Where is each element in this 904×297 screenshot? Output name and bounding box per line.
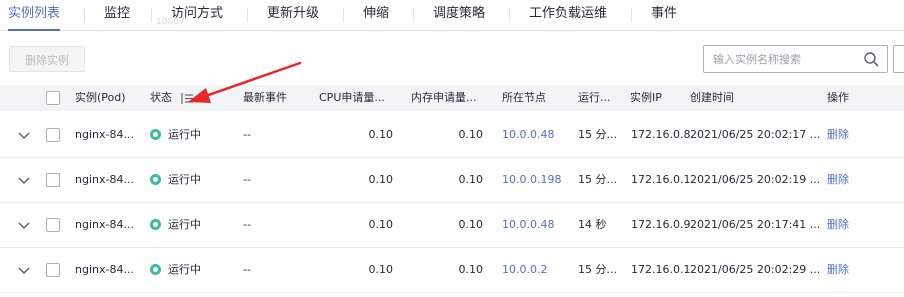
column-header-runtime: 运行... [578,91,611,104]
node-link[interactable]: 10.0.0.198 [502,158,561,202]
latest-event: -- [243,263,251,276]
column-header-actions: 操作 [827,91,849,104]
delete-link[interactable]: 删除 [827,113,849,157]
tab-monitoring[interactable]: 监控 [104,0,130,30]
refresh-button[interactable] [893,45,904,73]
row-checkbox[interactable] [46,173,60,187]
tab-events[interactable]: 事件 [651,0,677,30]
instance-ip: 172.16.0.1 [631,263,691,276]
memory-request: 0.10 [458,218,484,231]
table-row: nginx-84... 运行中 -- 0.10 0.10 10.0.0.48 1… [0,113,904,158]
filter-sort-icon[interactable] [180,92,194,105]
search-input[interactable] [704,46,863,72]
delete-link[interactable]: 删除 [827,248,849,292]
pod-name: nginx-84... [75,263,134,276]
tab-workload-ops[interactable]: 工作负载运维 [529,0,607,30]
column-header-latest-event: 最新事件 [243,91,287,104]
tab-scheduling-policy[interactable]: 调度策略 [433,0,485,30]
pod-name: nginx-84... [75,128,134,141]
created-time: 2021/06/25 20:17:41 ... [690,218,821,231]
watermark-text: 10007 [156,17,185,27]
node-link[interactable]: 10.0.0.48 [502,113,554,157]
column-header-status: 状态 [150,91,172,104]
memory-request: 0.10 [458,128,484,141]
created-time: 2021/06/25 20:02:29 ... [690,263,821,276]
tab-instance-list[interactable]: 实例列表 [8,0,61,31]
latest-event: -- [243,173,251,186]
search-icon[interactable] [863,51,879,67]
running-status-icon [150,219,161,230]
tab-divider [343,8,344,22]
instance-ip: 172.16.0.1 [631,173,691,186]
created-time: 2021/06/25 20:02:19 ... [690,173,821,186]
delete-link[interactable]: 删除 [827,203,849,247]
tab-divider [413,8,414,22]
status-text: 运行中 [168,263,201,276]
tab-divider [509,8,510,22]
tab-bar: 实例列表 监控 访问方式 更新升级 伸缩 调度策略 工作负载运维 事件 [0,0,904,31]
status-text: 运行中 [168,173,201,186]
column-header-cpu-request: CPU申请量... [319,91,385,104]
cpu-request: 0.10 [368,218,394,231]
delete-instance-button[interactable]: 删除实例 [9,46,85,72]
cpu-request: 0.10 [368,128,394,141]
column-header-pod: 实例(Pod) [75,91,126,104]
row-checkbox[interactable] [46,263,60,277]
cpu-request: 0.10 [368,173,394,186]
table-row: nginx-84... 运行中 -- 0.10 0.10 10.0.0.2 15… [0,248,904,293]
created-time: 2021/06/25 20:02:17 ... [690,128,821,141]
status-text: 运行中 [168,128,201,141]
latest-event: -- [243,128,251,141]
column-header-node: 所在节点 [502,91,546,104]
tab-divider [151,8,152,22]
row-checkbox[interactable] [46,128,60,142]
memory-request: 0.10 [458,263,484,276]
running-status-icon [150,174,161,185]
instance-ip: 172.16.0.8 [631,128,691,141]
chevron-down-icon[interactable] [17,128,31,142]
pod-name: nginx-84... [75,173,134,186]
table-row: nginx-84... 运行中 -- 0.10 0.10 10.0.0.48 1… [0,203,904,248]
select-all-checkbox[interactable] [46,91,60,105]
tab-divider [631,8,632,22]
status-text: 运行中 [168,218,201,231]
chevron-down-icon[interactable] [17,173,31,187]
runtime: 15 分... [578,173,617,186]
memory-request: 0.10 [458,173,484,186]
chevron-down-icon[interactable] [17,263,31,277]
running-status-icon [150,129,161,140]
chevron-down-icon[interactable] [17,218,31,232]
latest-event: -- [243,218,251,231]
tab-upgrade[interactable]: 更新升级 [267,0,319,30]
delete-link[interactable]: 删除 [827,158,849,202]
pod-name: nginx-84... [75,218,134,231]
table-row: nginx-84... 运行中 -- 0.10 0.10 10.0.0.198 … [0,158,904,203]
runtime: 15 分... [578,128,617,141]
runtime: 14 秒 [578,218,607,231]
column-header-memory-request: 内存申请量... [411,91,477,104]
runtime: 15 分... [578,263,617,276]
node-link[interactable]: 10.0.0.2 [502,248,547,292]
tab-divider [84,8,85,22]
instance-ip: 172.16.0.9 [631,218,691,231]
row-checkbox[interactable] [46,218,60,232]
table-header: 实例(Pod) 状态 最新事件 CPU申请量... 内存申请量... 所在节点 … [0,85,904,111]
column-header-instance-ip: 实例IP [630,91,662,104]
tab-scaling[interactable]: 伸缩 [363,0,389,30]
running-status-icon [150,264,161,275]
tab-divider [247,8,248,22]
search-box [703,45,888,73]
cpu-request: 0.10 [368,263,394,276]
node-link[interactable]: 10.0.0.48 [502,203,554,247]
column-header-created-time: 创建时间 [690,91,734,104]
